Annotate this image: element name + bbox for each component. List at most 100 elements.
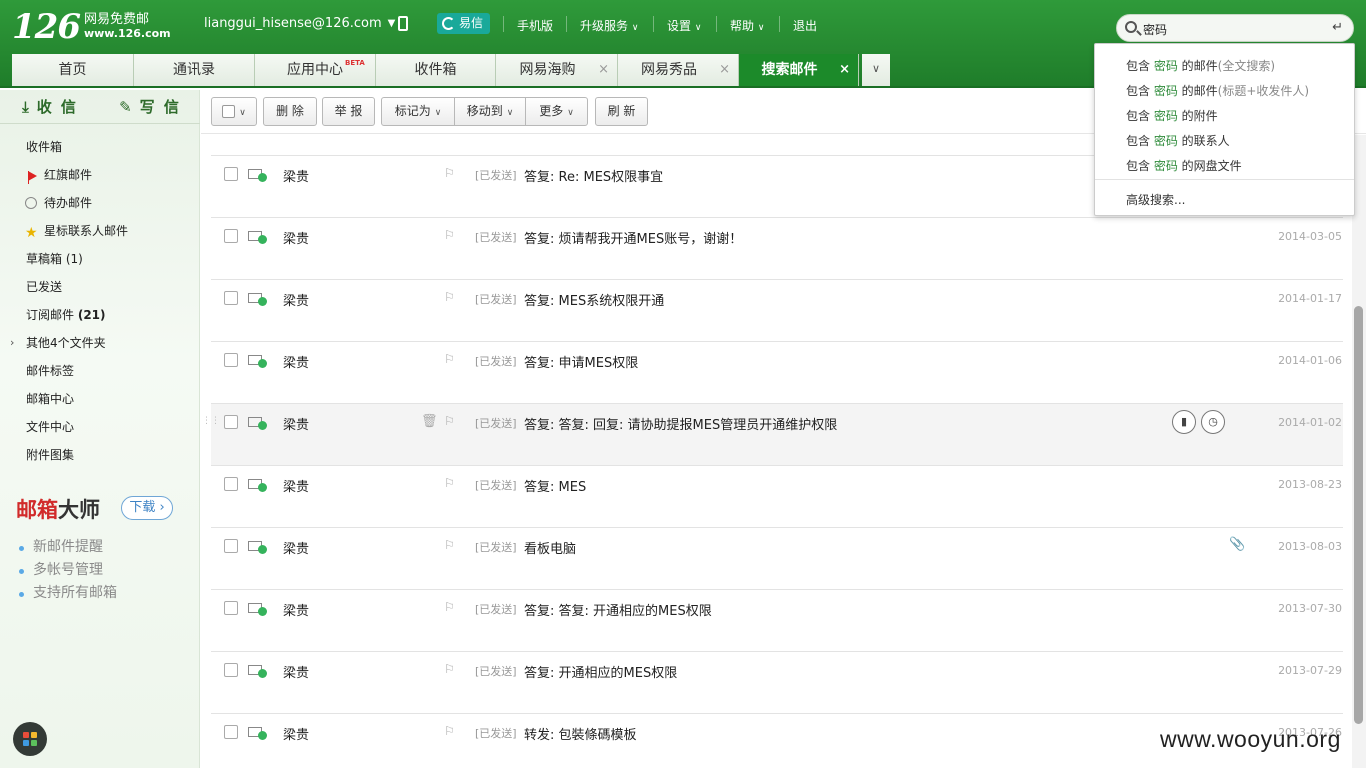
mail-subject[interactable]: 答复: 答复: 开通相应的MES权限 bbox=[524, 600, 712, 619]
advanced-search-link[interactable]: 高级搜索... bbox=[1126, 191, 1185, 208]
row-checkbox[interactable] bbox=[224, 229, 238, 243]
nav-mobile-link[interactable]: 手机版 bbox=[517, 17, 553, 34]
close-icon[interactable]: × bbox=[719, 54, 730, 86]
mobile-phone-icon[interactable] bbox=[398, 16, 408, 31]
mail-row[interactable]: 梁贵 ⚐ [已发送] 答复: 申请MES权限 2014-01-06 bbox=[211, 341, 1343, 403]
search-icon[interactable] bbox=[1125, 21, 1137, 33]
flag-outline-icon[interactable]: ⚐ bbox=[444, 476, 455, 490]
tab-search-mail[interactable]: 搜索邮件 × bbox=[739, 54, 859, 86]
sidebar-item-attachment-gallery[interactable]: 附件图集 bbox=[0, 442, 200, 470]
flag-outline-icon[interactable]: ⚐ bbox=[444, 662, 455, 676]
bookmark-icon[interactable]: ▮ bbox=[1172, 410, 1196, 434]
flag-outline-icon[interactable]: ⚐ bbox=[444, 352, 455, 366]
suggestion-mail-fulltext[interactable]: 包含 密码 的邮件(全文搜索) bbox=[1126, 57, 1275, 74]
row-checkbox[interactable] bbox=[224, 725, 238, 739]
mail-row[interactable]: ⋮⋮ 梁贵 🗑 ⚐ [已发送] 答复: 答复: 回复: 请协助提报MES管理员开… bbox=[202, 403, 1343, 465]
mail-subject[interactable]: 答复: 答复: 回复: 请协助提报MES管理员开通维护权限 bbox=[524, 414, 837, 433]
flag-outline-icon[interactable]: ⚐ bbox=[444, 166, 455, 180]
sidebar-item-mailbox-center[interactable]: 邮箱中心 bbox=[0, 386, 200, 414]
clock-icon[interactable]: ◷ bbox=[1201, 410, 1225, 434]
mark-as-dropdown[interactable]: 标记为 ∨ bbox=[381, 97, 455, 126]
logo-126[interactable]: 126 网易免费邮 www.126.com bbox=[12, 10, 171, 44]
flag-outline-icon[interactable]: ⚐ bbox=[444, 538, 455, 552]
account-menu[interactable]: lianggui_hisense@126.com ▼ bbox=[204, 16, 395, 31]
refresh-button[interactable]: 刷 新 bbox=[595, 97, 648, 126]
paperclip-icon[interactable]: 📎 bbox=[1229, 537, 1245, 552]
mail-subject[interactable]: 答复: 申请MES权限 bbox=[524, 352, 638, 371]
suggestion-mail-title-sender[interactable]: 包含 密码 的邮件(标题+收发件人) bbox=[1126, 82, 1309, 99]
select-all-dropdown[interactable]: ∨ bbox=[211, 97, 257, 126]
flag-outline-icon[interactable]: ⚐ bbox=[444, 724, 455, 738]
yixin-button[interactable]: 易信 bbox=[437, 13, 490, 34]
flag-outline-icon[interactable]: ⚐ bbox=[444, 600, 455, 614]
sidebar-item-subscriptions[interactable]: 订阅邮件 (21) bbox=[0, 302, 200, 330]
row-checkbox[interactable] bbox=[224, 167, 238, 181]
nav-upgrade-menu[interactable]: 升级服务 ∨ bbox=[580, 17, 638, 34]
row-checkbox[interactable] bbox=[224, 539, 238, 553]
nav-logout-link[interactable]: 退出 bbox=[793, 17, 817, 34]
row-checkbox[interactable] bbox=[224, 601, 238, 615]
drag-handle-icon[interactable]: ⋮⋮ bbox=[202, 416, 220, 426]
app-grid-icon[interactable] bbox=[13, 722, 47, 756]
more-dropdown[interactable]: 更多 ∨ bbox=[525, 97, 588, 126]
mail-row[interactable]: 梁贵 ⚐ [已发送] 答复: MES 2013-08-23 bbox=[211, 465, 1343, 527]
sidebar-item-other-folders[interactable]: › 其他4个文件夹 bbox=[0, 330, 200, 358]
tabs-more-dropdown[interactable]: ∨ bbox=[862, 54, 890, 86]
mail-subject[interactable]: 答复: MES bbox=[524, 476, 586, 495]
delete-button[interactable]: 删 除 bbox=[263, 97, 317, 126]
tab-contacts[interactable]: 通讯录 bbox=[134, 54, 255, 86]
sidebar-item-file-center[interactable]: 文件中心 bbox=[0, 414, 200, 442]
mail-row[interactable]: 梁贵 ⚐ [已发送] 答复: 答复: 开通相应的MES权限 2013-07-30 bbox=[211, 589, 1343, 651]
row-checkbox[interactable] bbox=[224, 477, 238, 491]
compose-mail-button[interactable]: ✎ 写 信 bbox=[100, 90, 200, 123]
nav-help-menu[interactable]: 帮助 ∨ bbox=[730, 17, 764, 34]
row-checkbox[interactable] bbox=[224, 663, 238, 677]
mail-subject[interactable]: 转发: 包裝條碼模板 bbox=[524, 724, 637, 743]
sidebar-item-inbox[interactable]: 收件箱 bbox=[0, 134, 200, 162]
tab-home[interactable]: 首页 bbox=[12, 54, 134, 86]
move-to-dropdown[interactable]: 移动到 ∨ bbox=[454, 97, 526, 126]
promo-download-button[interactable]: 下载 › bbox=[121, 496, 173, 520]
suggestion-contacts[interactable]: 包含 密码 的联系人 bbox=[1126, 132, 1230, 149]
scrollbar-thumb[interactable] bbox=[1354, 306, 1363, 724]
mail-row[interactable]: 梁贵 ⚐ [已发送] 答复: MES系统权限开通 2014-01-17 bbox=[211, 279, 1343, 341]
tab-app-center[interactable]: 应用中心 BETA bbox=[255, 54, 376, 86]
mail-row[interactable]: 梁贵 ⚐ [已发送] 答复: 烦请帮我开通MES账号，谢谢！ 2014-03-0… bbox=[211, 217, 1343, 279]
mail-subject[interactable]: 答复: MES系统权限开通 bbox=[524, 290, 664, 309]
sidebar-item-mail-tags[interactable]: 邮件标签 bbox=[0, 358, 200, 386]
row-checkbox[interactable] bbox=[224, 415, 238, 429]
mail-subject[interactable]: 答复: 烦请帮我开通MES账号，谢谢！ bbox=[524, 228, 742, 247]
promo-title[interactable]: 邮箱大师 bbox=[16, 494, 117, 524]
mail-subject[interactable]: 答复: 开通相应的MES权限 bbox=[524, 662, 677, 681]
mail-subject[interactable]: 看板电脑 bbox=[524, 538, 576, 557]
mail-row[interactable]: 梁贵 ⚐ [已发送] 答复: 开通相应的MES权限 2013-07-29 bbox=[211, 651, 1343, 713]
row-checkbox[interactable] bbox=[224, 291, 238, 305]
flag-outline-icon[interactable]: ⚐ bbox=[444, 228, 455, 242]
sidebar-item-todo[interactable]: 待办邮件 bbox=[0, 190, 200, 218]
flag-outline-icon[interactable]: ⚐ bbox=[444, 290, 455, 304]
report-button[interactable]: 举 报 bbox=[322, 97, 375, 126]
close-icon[interactable]: × bbox=[839, 54, 850, 86]
tab-netease-haigou[interactable]: 网易海购 × bbox=[496, 54, 618, 86]
suggestion-cloud-files[interactable]: 包含 密码 的网盘文件 bbox=[1126, 157, 1242, 174]
enter-icon[interactable]: ↵ bbox=[1332, 20, 1343, 35]
suggestion-attachments[interactable]: 包含 密码 的附件 bbox=[1126, 107, 1218, 124]
trash-icon[interactable]: 🗑 bbox=[421, 414, 438, 429]
sidebar-item-red-flag[interactable]: 红旗邮件 bbox=[0, 162, 200, 190]
checkbox-icon[interactable] bbox=[222, 105, 236, 118]
chevron-right-icon[interactable]: › bbox=[10, 330, 14, 356]
mail-row[interactable]: 梁贵 ⚐ [已发送] 看板电脑 📎 2013-08-03 bbox=[211, 527, 1343, 589]
tab-netease-xiupin[interactable]: 网易秀品 × bbox=[618, 54, 739, 86]
receive-mail-button[interactable]: ⤓ 收 信 bbox=[0, 90, 100, 123]
flag-outline-icon[interactable]: ⚐ bbox=[444, 414, 455, 428]
sidebar-item-drafts[interactable]: 草稿箱 (1) bbox=[0, 246, 200, 274]
sidebar-item-starred-contacts[interactable]: ★ 星标联系人邮件 bbox=[0, 218, 200, 246]
mail-subject[interactable]: 答复: Re: MES权限事宜 bbox=[524, 166, 663, 185]
row-checkbox[interactable] bbox=[224, 353, 238, 367]
close-icon[interactable]: × bbox=[598, 54, 609, 86]
search-input[interactable] bbox=[1143, 20, 1323, 38]
sidebar-item-sent[interactable]: 已发送 bbox=[0, 274, 200, 302]
nav-settings-menu[interactable]: 设置 ∨ bbox=[667, 17, 701, 34]
chevron-down-icon: ∨ bbox=[757, 23, 765, 33]
tab-inbox[interactable]: 收件箱 bbox=[376, 54, 496, 86]
